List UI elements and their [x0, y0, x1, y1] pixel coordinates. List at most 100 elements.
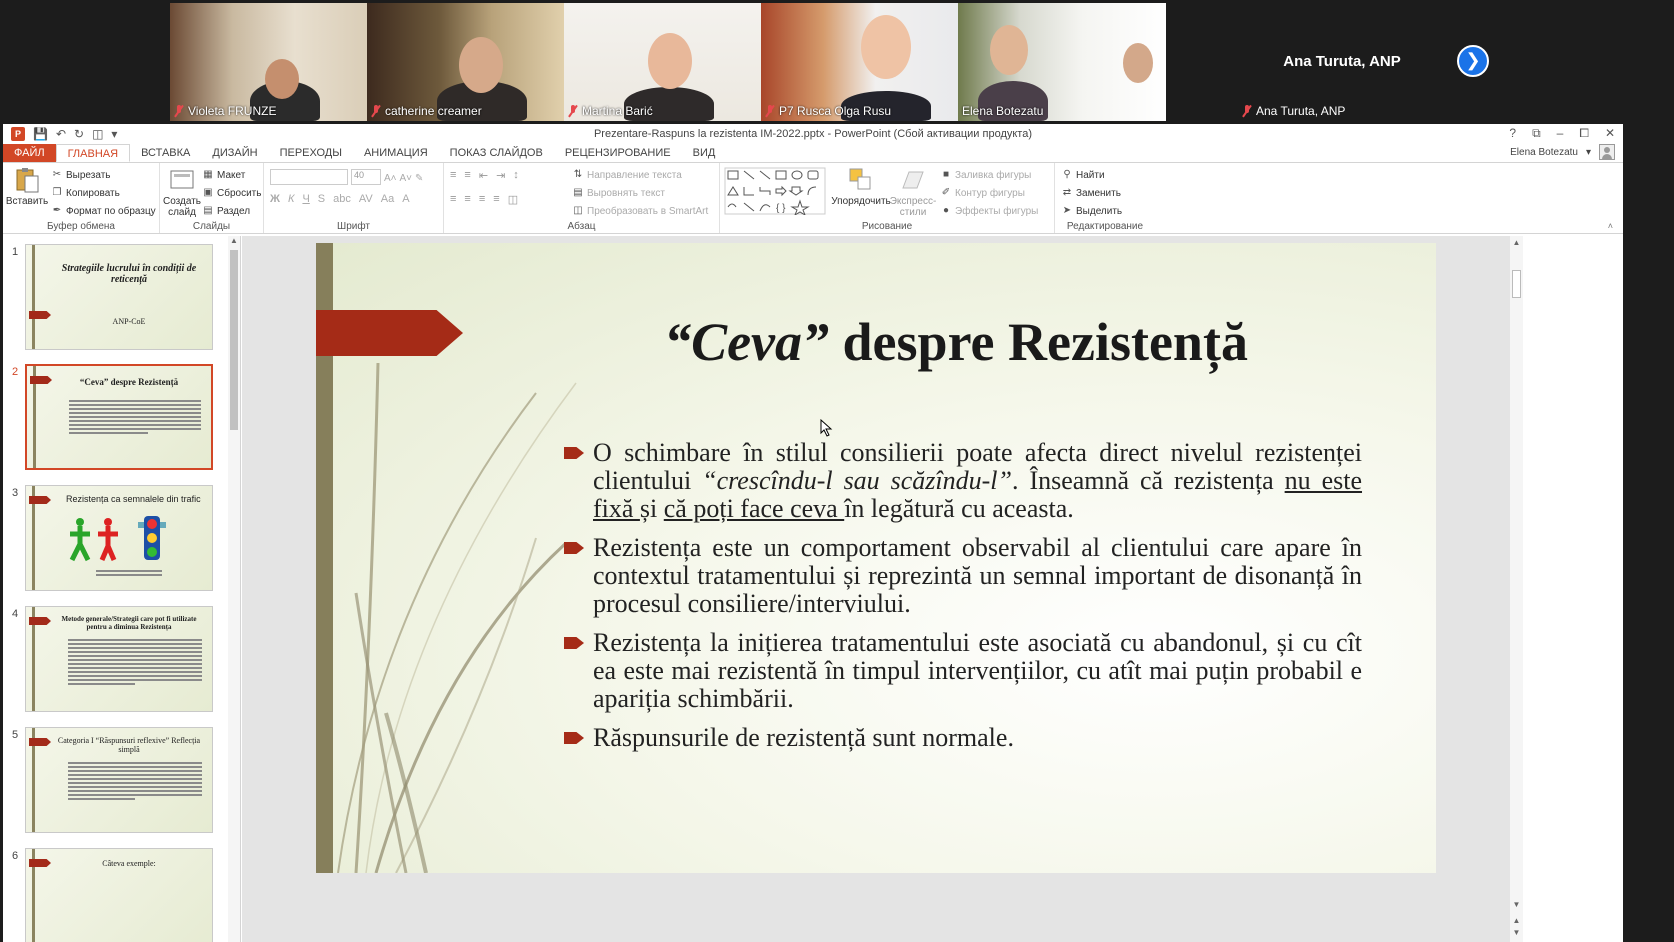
slide-title-italic: “Ceva”: [664, 312, 830, 372]
user-dropdown-icon[interactable]: ▾: [1586, 147, 1591, 158]
thumbnails-scrollbar[interactable]: ▲: [228, 236, 240, 942]
numbering-icon[interactable]: ≡: [464, 169, 470, 182]
participant-tile[interactable]: P7 Rusca Olga Rusu: [761, 3, 969, 121]
slide-thumbnail[interactable]: Rezistența ca semnalele din trafic: [25, 485, 213, 591]
cut-button[interactable]: ✂ Вырезать: [51, 166, 156, 184]
participant-tile[interactable]: Ana Turuta, ANP Ana Turuta, ANP: [1238, 3, 1446, 121]
group-label: Буфер обмена: [47, 221, 115, 232]
paste-button[interactable]: Вставить: [6, 166, 48, 207]
font-name-field[interactable]: [270, 169, 348, 185]
slide-thumbnails-pane: 1 Strategiile lucrului în condiții de re…: [3, 236, 241, 942]
align-text-button[interactable]: ▤ Выровнять текст: [572, 184, 708, 202]
quick-styles-button[interactable]: Экспресс-стили: [890, 166, 936, 218]
slide-thumbnail[interactable]: Metode generale/Strategii care pot fi ut…: [25, 606, 213, 712]
arrange-button[interactable]: Упорядочить: [831, 166, 891, 207]
minimize-icon[interactable]: –: [1557, 126, 1564, 141]
slide-thumbnail-selected[interactable]: “Ceva” despre Rezistență: [25, 364, 213, 470]
justify-icon[interactable]: ≡: [493, 193, 499, 206]
convert-smartart-button[interactable]: ◫ Преобразовать в SmartArt: [572, 202, 708, 220]
participant-tile-active[interactable]: Elena Botezatu: [958, 3, 1166, 121]
tab-home[interactable]: ГЛАВНАЯ: [55, 144, 131, 162]
effects-icon: ●: [942, 205, 950, 216]
tab-review[interactable]: РЕЦЕНЗИРОВАНИЕ: [554, 144, 682, 162]
layout-button[interactable]: ▦ Макет: [202, 166, 261, 184]
clear-format-icon[interactable]: ✎: [415, 169, 423, 187]
user-account[interactable]: Elena Botezatu ▾: [1510, 144, 1615, 160]
tab-animations[interactable]: АНИМАЦИЯ: [353, 144, 439, 162]
decrease-font-icon[interactable]: A˅: [400, 169, 413, 187]
paint-bucket-icon: ■: [942, 169, 950, 180]
increase-font-icon[interactable]: A˄: [384, 169, 397, 187]
align-left-icon[interactable]: ≡: [450, 193, 456, 206]
tab-transitions[interactable]: ПЕРЕХОДЫ: [269, 144, 353, 162]
tab-view[interactable]: ВИД: [682, 144, 727, 162]
participant-tile[interactable]: Violeta FRUNZE: [170, 3, 378, 121]
find-button[interactable]: ⚲ Найти: [1061, 166, 1122, 184]
thumbnail-title: Câteva exemple:: [102, 859, 156, 868]
participant-name: Martina Barić: [582, 104, 653, 118]
spacing-icon[interactable]: AV: [359, 193, 373, 205]
slide-canvas[interactable]: “Ceva” despre Rezistență O schimbare în …: [316, 243, 1436, 873]
shape-outline-button[interactable]: ✐ Контур фигуры: [940, 184, 1038, 202]
smartart-icon: ◫: [573, 205, 583, 216]
select-button[interactable]: ➤ Выделить: [1061, 202, 1122, 220]
shape-effects-button[interactable]: ● Эффекты фигуры: [940, 202, 1038, 220]
strikethrough-icon[interactable]: abc: [333, 193, 351, 205]
shapes-gallery-icon[interactable]: { }: [724, 167, 828, 215]
tab-insert[interactable]: ВСТАВКА: [130, 144, 201, 162]
align-right-icon[interactable]: ≡: [479, 193, 485, 206]
bold-icon[interactable]: Ж: [270, 193, 280, 205]
replace-icon: ⇄: [1062, 187, 1072, 198]
font-size-field[interactable]: 40: [351, 169, 381, 185]
restore-icon[interactable]: ⧠: [1579, 126, 1589, 141]
thumbnail-title: Categoria I “Răspunsuri reflexive” Refle…: [57, 736, 201, 754]
new-slide-button[interactable]: Создать слайд: [163, 166, 201, 218]
line-spacing-icon[interactable]: ↕: [513, 169, 519, 182]
align-center-icon[interactable]: ≡: [464, 193, 470, 206]
next-slide-icon[interactable]: ▼: [1510, 928, 1523, 937]
reset-button[interactable]: ▣ Сбросить: [202, 184, 261, 202]
participant-tile[interactable]: catherine creamer: [367, 3, 575, 121]
italic-icon[interactable]: К: [288, 193, 294, 205]
scrollbar-thumb[interactable]: [230, 250, 238, 430]
user-avatar-icon: [1599, 144, 1615, 160]
replace-button[interactable]: ⇄ Заменить: [1061, 184, 1122, 202]
scrollbar-thumb[interactable]: [1512, 270, 1521, 298]
slide-title-arrow: [316, 310, 463, 356]
scroll-up-icon[interactable]: ▲: [1510, 238, 1523, 247]
slide-thumbnail[interactable]: Strategiile lucrului în condiții de reti…: [25, 244, 213, 350]
tab-design[interactable]: ДИЗАЙН: [201, 144, 268, 162]
close-icon[interactable]: ✕: [1605, 126, 1615, 141]
shape-fill-button[interactable]: ■ Заливка фигуры: [940, 166, 1038, 184]
slide-thumbnail[interactable]: Câteva exemple:: [25, 848, 213, 942]
copy-button[interactable]: ❐ Копировать: [51, 184, 156, 202]
decrease-indent-icon[interactable]: ⇤: [479, 169, 488, 182]
columns-icon[interactable]: ◫: [508, 193, 518, 206]
scroll-down-icon[interactable]: ▼: [1510, 900, 1523, 909]
help-icon[interactable]: ?: [1509, 126, 1516, 141]
underline-icon[interactable]: Ч: [302, 193, 309, 205]
reset-icon: ▣: [203, 187, 213, 198]
collapse-ribbon-icon[interactable]: ˄: [1608, 221, 1613, 231]
section-button[interactable]: ▤ Раздел: [202, 202, 261, 220]
tab-slideshow[interactable]: ПОКАЗ СЛАЙДОВ: [439, 144, 554, 162]
previous-slide-icon[interactable]: ▲: [1510, 916, 1523, 925]
text-direction-button[interactable]: ⇅ Направление текста: [572, 166, 708, 184]
slide-thumbnail[interactable]: Categoria I “Răspunsuri reflexive” Refle…: [25, 727, 213, 833]
increase-indent-icon[interactable]: ⇥: [496, 169, 505, 182]
shadow-icon[interactable]: S: [318, 193, 325, 205]
slide-vertical-scrollbar[interactable]: ▲ ▼ ▲ ▼: [1510, 236, 1523, 942]
slide-body[interactable]: O schimbare în stilul consilierii poate …: [564, 439, 1362, 763]
format-painter-button[interactable]: ✒ Формат по образцу: [51, 202, 156, 220]
brush-icon: ✒: [52, 205, 62, 216]
scroll-up-icon[interactable]: ▲: [230, 236, 238, 245]
bullets-icon[interactable]: ≡: [450, 169, 456, 182]
font-color-icon[interactable]: A: [402, 193, 409, 205]
ribbon-display-icon[interactable]: ⧉: [1532, 126, 1541, 141]
tab-file[interactable]: ФАЙЛ: [3, 144, 56, 162]
next-participants-button[interactable]: ❯: [1457, 45, 1489, 77]
change-case-icon[interactable]: Aa: [381, 193, 394, 205]
group-slides: Создать слайд ▦ Макет ▣ Сбросить ▤ Раздел С…: [160, 163, 264, 233]
slide-title[interactable]: “Ceva” despre Rezistență: [476, 311, 1436, 373]
participant-tile[interactable]: Martina Barić: [564, 3, 772, 121]
